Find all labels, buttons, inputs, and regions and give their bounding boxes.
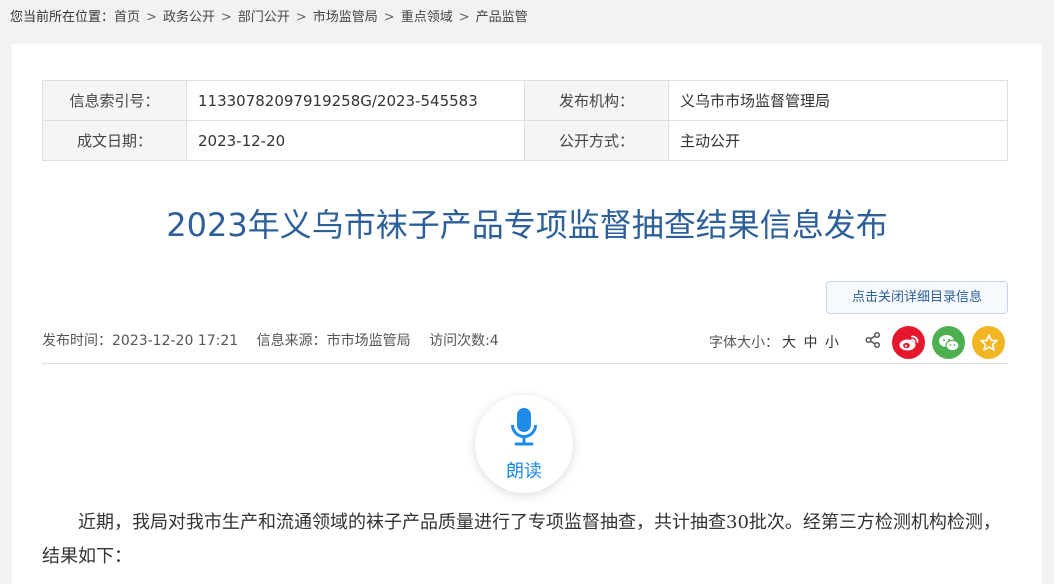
disclosure-label: 公开方式：	[524, 120, 669, 161]
read-aloud-label: 朗读	[506, 461, 542, 482]
breadcrumb-gov-affairs[interactable]: 政务公开	[163, 10, 215, 25]
breadcrumb-product-supervision[interactable]: 产品监管	[476, 10, 528, 25]
breadcrumb-lead: 您当前所在位置：	[10, 10, 115, 25]
favorite-button[interactable]	[972, 326, 1005, 359]
table-row: 信息索引号： 11330782097919258G/2023-545583 发布…	[42, 80, 1008, 121]
article-paragraph: 近期，我局对我市生产和流通领域的袜子产品质量进行了专项监督抽查，共计抽查30批次…	[42, 512, 1001, 567]
table-row: 成文日期： 2023-12-20 公开方式： 主动公开	[42, 120, 1008, 161]
breadcrumb-dept[interactable]: 部门公开	[238, 10, 290, 25]
weibo-share-button[interactable]	[892, 326, 925, 359]
font-size-small[interactable]: 小	[825, 335, 839, 351]
star-icon	[979, 333, 998, 351]
breadcrumb-key-areas[interactable]: 重点领域	[401, 10, 453, 25]
font-size-label: 字体大小：	[709, 335, 779, 351]
font-size-medium[interactable]: 中	[803, 335, 817, 351]
read-aloud-button[interactable]: 朗读	[475, 395, 573, 493]
date-value: 2023-12-20	[186, 120, 525, 161]
weibo-icon	[899, 335, 918, 350]
disclosure-value: 主动公开	[668, 120, 1008, 161]
divider	[42, 363, 1008, 364]
toggle-catalog-button[interactable]: 点击关闭详细目录信息	[826, 281, 1008, 314]
index-value: 11330782097919258G/2023-545583	[186, 80, 525, 121]
page-title: 2023年义乌市袜子产品专项监督抽查结果信息发布	[166, 206, 888, 244]
breadcrumb-market-bureau[interactable]: 市场监管局	[313, 10, 378, 25]
font-size-control: 字体大小：大 中 小	[709, 332, 839, 352]
index-label: 信息索引号：	[42, 80, 187, 121]
publisher-label: 发布机构：	[524, 80, 669, 121]
publish-time: 发布时间：2023-12-20 17:21	[42, 333, 239, 349]
font-size-large[interactable]: 大	[782, 335, 796, 351]
date-label: 成文日期：	[42, 120, 187, 161]
catalog-info-table: 信息索引号： 11330782097919258G/2023-545583 发布…	[42, 80, 1008, 161]
info-source: 信息来源：市市场监管局	[256, 333, 411, 349]
content-panel: 信息索引号： 11330782097919258G/2023-545583 发布…	[12, 44, 1042, 584]
breadcrumb: 您当前所在位置：首页 > 政务公开 > 部门公开 > 市场监管局 > 重点领域 > 产品监管	[10, 10, 528, 25]
microphone-icon	[511, 408, 537, 446]
publisher-value: 义乌市市场监督管理局	[668, 80, 1008, 121]
visit-count: 访问次数:4	[429, 333, 499, 349]
breadcrumb-home[interactable]: 首页	[114, 10, 140, 25]
share-icon[interactable]	[864, 331, 882, 349]
wechat-share-button[interactable]	[932, 326, 965, 359]
wechat-icon	[938, 334, 960, 351]
